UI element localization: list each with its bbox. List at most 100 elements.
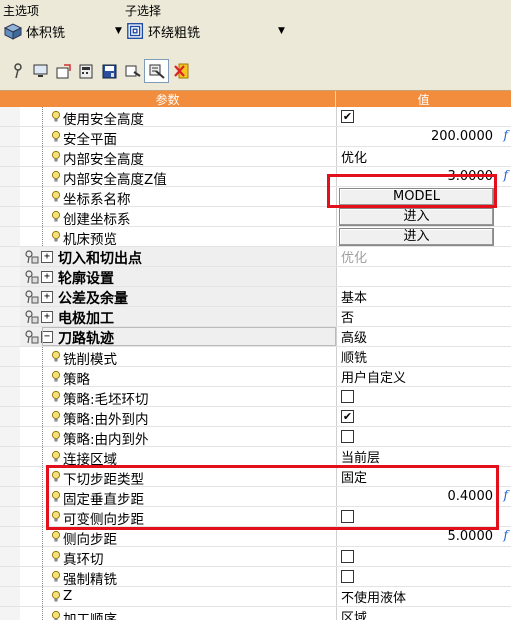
parameter-row[interactable]: 强制精铣 bbox=[0, 567, 511, 588]
row-gutter bbox=[0, 447, 20, 466]
checkbox-unchecked[interactable] bbox=[341, 390, 354, 403]
parameter-row[interactable]: 固定垂直步距 0.4000 f bbox=[0, 487, 511, 508]
group-row[interactable]: + 切入和切出点 优化 bbox=[0, 247, 511, 267]
param-column-header[interactable]: 参数 bbox=[0, 91, 337, 107]
parameter-row[interactable]: 策略:由内到外 bbox=[0, 427, 511, 448]
export-icon[interactable] bbox=[52, 60, 75, 82]
value-cell[interactable]: 高级 bbox=[337, 327, 511, 346]
value-button[interactable]: MODEL bbox=[339, 188, 494, 206]
value-cell[interactable]: 0.4000 f bbox=[337, 487, 511, 506]
value-cell[interactable]: 顺铣 bbox=[337, 347, 511, 366]
value-cell[interactable]: 否 bbox=[337, 307, 511, 326]
numeric-value[interactable]: 5.0000 bbox=[448, 529, 494, 544]
calculator-icon[interactable] bbox=[75, 60, 98, 82]
value-cell[interactable]: 基本 bbox=[337, 287, 511, 306]
parameter-row[interactable]: 侧向步距 5.0000 f bbox=[0, 527, 511, 548]
params-icon[interactable] bbox=[144, 59, 169, 83]
expand-icon[interactable]: + bbox=[41, 291, 53, 303]
value-cell[interactable] bbox=[337, 567, 511, 586]
monitor-icon[interactable] bbox=[29, 60, 52, 82]
expand-icon[interactable]: + bbox=[41, 311, 53, 323]
parameter-row[interactable]: 可变侧向步距 bbox=[0, 507, 511, 528]
tree-line bbox=[42, 187, 43, 206]
tree-line bbox=[42, 567, 43, 586]
value-cell[interactable]: 用户自定义 bbox=[337, 367, 511, 386]
formula-icon[interactable]: f bbox=[504, 128, 508, 142]
group-settings-icon bbox=[24, 329, 39, 344]
group-row[interactable]: + 电极加工 否 bbox=[0, 307, 511, 327]
value-cell[interactable]: ✔ bbox=[337, 107, 511, 126]
checkbox-unchecked[interactable] bbox=[341, 430, 354, 443]
expand-icon[interactable]: + bbox=[41, 271, 53, 283]
cancel-icon[interactable] bbox=[169, 60, 192, 82]
checkbox-unchecked[interactable] bbox=[341, 550, 354, 563]
checkbox-unchecked[interactable] bbox=[341, 510, 354, 523]
value-cell[interactable]: 3.0000 f bbox=[337, 167, 511, 186]
parameter-row[interactable]: 使用安全高度 ✔ bbox=[0, 107, 511, 128]
value-cell[interactable] bbox=[337, 547, 511, 566]
formula-icon[interactable]: f bbox=[504, 488, 508, 502]
checkbox-unchecked[interactable] bbox=[341, 570, 354, 583]
param-cell: + 轮廓设置 bbox=[0, 267, 337, 287]
param-name: 固定垂直步距 bbox=[63, 492, 144, 508]
numeric-value[interactable]: 3.0000 bbox=[448, 169, 494, 184]
parameter-row[interactable]: 真环切 bbox=[0, 547, 511, 568]
value-cell[interactable]: 区域 bbox=[337, 607, 511, 620]
parameter-row[interactable]: 策略 用户自定义 bbox=[0, 367, 511, 388]
value-cell[interactable]: 不使用液体 bbox=[337, 587, 511, 606]
parameter-row[interactable]: 连接区域 当前层 bbox=[0, 447, 511, 468]
row-gutter bbox=[0, 587, 20, 606]
checkbox-checked[interactable]: ✔ bbox=[341, 410, 354, 423]
value-cell[interactable] bbox=[337, 427, 511, 446]
parameter-row[interactable]: 下切步距类型 固定 bbox=[0, 467, 511, 488]
parameter-row[interactable]: 铣削模式 顺铣 bbox=[0, 347, 511, 368]
numeric-value[interactable]: 200.0000 bbox=[431, 129, 493, 144]
parameter-row[interactable]: 内部安全高度 优化 bbox=[0, 147, 511, 168]
parameter-row[interactable]: 内部安全高度Z值 3.0000 f bbox=[0, 167, 511, 188]
value-button[interactable]: 进入 bbox=[339, 228, 494, 246]
parameter-row[interactable]: 创建坐标系 进入 bbox=[0, 207, 511, 228]
group-row[interactable]: + 公差及余量 基本 bbox=[0, 287, 511, 307]
formula-icon[interactable]: f bbox=[504, 528, 508, 542]
param-name: 加工顺序 bbox=[63, 612, 117, 620]
value-cell[interactable] bbox=[337, 267, 511, 286]
formula-icon[interactable]: f bbox=[504, 168, 508, 182]
value-cell[interactable]: 优化 bbox=[337, 147, 511, 166]
value-cell[interactable]: 5.0000 f bbox=[337, 527, 511, 546]
value-cell[interactable]: 进入 bbox=[337, 227, 511, 246]
parameter-row[interactable]: Z 不使用液体 bbox=[0, 587, 511, 607]
value-cell[interactable]: 200.0000 f bbox=[337, 127, 511, 146]
checkbox-checked[interactable]: ✔ bbox=[341, 110, 354, 123]
value-cell[interactable]: 进入 bbox=[337, 207, 511, 226]
parameter-row[interactable]: 坐标系名称 MODEL bbox=[0, 187, 511, 208]
value-cell[interactable] bbox=[337, 507, 511, 526]
row-gutter bbox=[0, 267, 20, 286]
value-cell[interactable]: MODEL bbox=[337, 187, 511, 206]
main-option-select[interactable]: 体积铣 ▼ bbox=[2, 20, 122, 42]
text-value: 优化 bbox=[341, 151, 368, 166]
param-name: 内部安全高度 bbox=[63, 152, 144, 168]
value-column-header[interactable]: 值 bbox=[336, 91, 511, 107]
simulate-icon[interactable] bbox=[121, 60, 144, 82]
expand-icon[interactable]: + bbox=[41, 251, 53, 263]
group-row[interactable]: − 刀路轨迹 高级 bbox=[0, 327, 511, 347]
value-button[interactable]: 进入 bbox=[339, 208, 494, 226]
group-row[interactable]: + 轮廓设置 bbox=[0, 267, 511, 287]
value-cell[interactable]: ✔ bbox=[337, 407, 511, 426]
param-cell: − 刀路轨迹 bbox=[0, 327, 337, 347]
sub-option-select[interactable]: 环绕粗铣 ▼ bbox=[126, 20, 286, 42]
value-cell[interactable]: 固定 bbox=[337, 467, 511, 486]
save-icon[interactable] bbox=[98, 60, 121, 82]
value-cell[interactable]: 优化 bbox=[337, 247, 511, 266]
parameter-row[interactable]: 策略:毛坯环切 bbox=[0, 387, 511, 408]
parameter-row[interactable]: 策略:由外到内 ✔ bbox=[0, 407, 511, 428]
tree-line bbox=[42, 607, 43, 620]
parameter-row[interactable]: 加工顺序 区域 bbox=[0, 607, 511, 620]
parameter-row[interactable]: 安全平面 200.0000 f bbox=[0, 127, 511, 148]
value-cell[interactable] bbox=[337, 387, 511, 406]
value-cell[interactable]: 当前层 bbox=[337, 447, 511, 466]
tool-icon[interactable] bbox=[6, 60, 29, 82]
chevron-down-icon: ▼ bbox=[278, 26, 285, 36]
numeric-value[interactable]: 0.4000 bbox=[448, 489, 494, 504]
parameter-row[interactable]: 机床预览 进入 bbox=[0, 227, 511, 248]
